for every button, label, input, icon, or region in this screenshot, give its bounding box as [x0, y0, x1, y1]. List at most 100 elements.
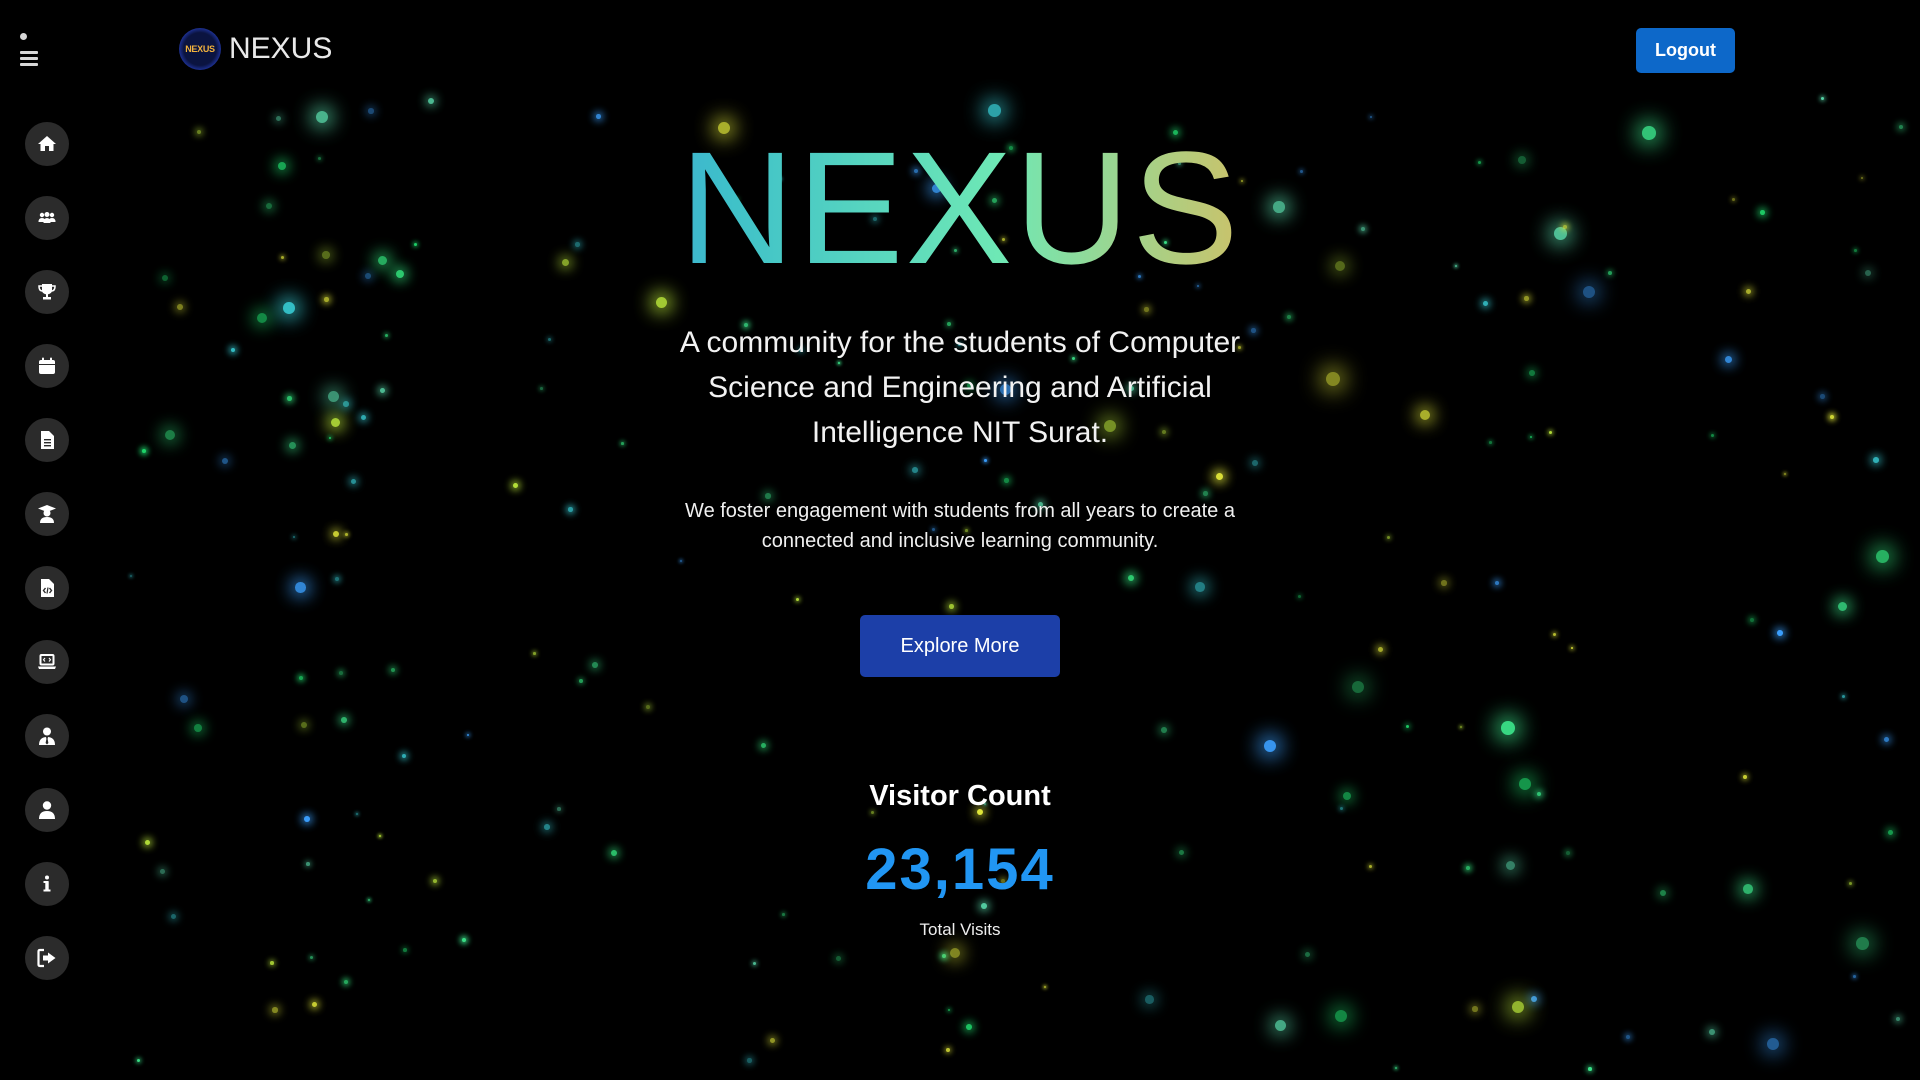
brand-name: NEXUS — [229, 32, 333, 65]
particle — [339, 671, 343, 675]
particle — [984, 459, 987, 462]
particle — [1406, 725, 1410, 729]
particle — [428, 98, 434, 104]
hero-title: NEXUS — [0, 128, 1920, 288]
particle — [646, 705, 650, 709]
particle — [1161, 727, 1167, 733]
particle — [1529, 370, 1535, 376]
user-tie-icon — [39, 727, 55, 745]
sidebar-item-events[interactable] — [25, 344, 69, 388]
particle — [1709, 1029, 1715, 1035]
brand[interactable]: NEXUS NEXUS — [179, 28, 332, 70]
particle — [391, 668, 396, 673]
particle — [402, 754, 407, 759]
particle — [1626, 1035, 1630, 1039]
particle — [403, 948, 407, 952]
particle — [331, 418, 341, 428]
particle — [272, 1007, 278, 1013]
page: NEXUS NEXUS Logout NEXUS A community for… — [0, 0, 1920, 1080]
particle — [946, 1048, 950, 1052]
explore-more-button[interactable]: Explore More — [860, 615, 1060, 677]
logout-button[interactable]: Logout — [1636, 28, 1735, 73]
visitor-count-title: Visitor Count — [869, 780, 1051, 812]
particle — [341, 717, 347, 723]
particle — [295, 582, 306, 593]
particle — [621, 442, 624, 445]
sidebar-item-faculty[interactable] — [25, 714, 69, 758]
sidebar-item-resources[interactable] — [25, 566, 69, 610]
particle — [1784, 473, 1786, 475]
particle — [770, 1038, 775, 1043]
particle — [942, 954, 946, 958]
document-icon — [41, 431, 54, 449]
particle — [1531, 996, 1537, 1002]
particle — [1460, 726, 1463, 729]
particle — [568, 507, 573, 512]
particle — [1725, 356, 1733, 364]
particle — [257, 313, 268, 324]
hero-description: We foster engagement with students from … — [685, 500, 1235, 552]
particle — [544, 824, 550, 830]
particle — [981, 903, 987, 909]
particle — [836, 956, 841, 961]
particle — [316, 111, 329, 124]
hero-subtitle: A community for the students of Computer… — [679, 326, 1241, 449]
particle — [1420, 410, 1430, 420]
particle — [335, 577, 339, 581]
particle — [171, 914, 177, 920]
particle — [293, 536, 296, 539]
hamburger-menu-icon[interactable] — [18, 30, 42, 66]
sidebar-item-alumni[interactable] — [25, 492, 69, 536]
particle — [333, 531, 340, 538]
brand-logo-text: NEXUS — [185, 44, 215, 54]
particle — [467, 734, 470, 737]
particle — [782, 913, 785, 916]
particle — [1711, 434, 1714, 437]
particle — [301, 722, 307, 728]
particle — [356, 813, 359, 816]
particle — [222, 458, 228, 464]
particle — [165, 430, 176, 441]
particle — [513, 483, 518, 488]
particle — [796, 598, 800, 602]
particle — [1264, 740, 1277, 753]
particle — [747, 1058, 752, 1063]
visitor-count-value: 23,154 — [865, 837, 1055, 902]
particle — [1004, 478, 1009, 483]
particle — [1195, 582, 1205, 592]
calendar-icon — [39, 357, 55, 374]
particle — [1044, 986, 1046, 988]
particle — [1483, 301, 1488, 306]
particle — [1821, 97, 1825, 101]
particle — [287, 396, 292, 401]
particle — [761, 743, 766, 748]
particle — [1873, 457, 1879, 463]
particle — [533, 652, 536, 655]
particle — [548, 338, 551, 341]
particle — [1144, 307, 1149, 312]
particle — [912, 467, 918, 473]
particle — [753, 962, 756, 965]
particle — [1287, 315, 1291, 319]
particle — [1777, 630, 1783, 636]
particle — [310, 956, 314, 960]
particle — [231, 348, 236, 353]
particle — [351, 479, 356, 484]
sidebar-item-documents[interactable] — [25, 418, 69, 462]
laptop-icon — [38, 654, 56, 669]
sidebar-item-logout[interactable] — [25, 936, 69, 980]
particle — [1767, 1038, 1779, 1050]
particle — [1326, 372, 1340, 386]
particle — [1876, 550, 1889, 563]
particle — [950, 948, 960, 958]
visitor-count-label: Total Visits — [919, 920, 1001, 939]
particle — [592, 662, 598, 668]
particle — [1298, 595, 1302, 599]
sign-out-icon — [37, 948, 56, 968]
sidebar-item-projects[interactable] — [25, 640, 69, 684]
particle — [137, 1059, 140, 1062]
particle — [299, 676, 303, 680]
particle — [1495, 581, 1500, 586]
particle — [304, 816, 310, 822]
particle — [1335, 1010, 1347, 1022]
